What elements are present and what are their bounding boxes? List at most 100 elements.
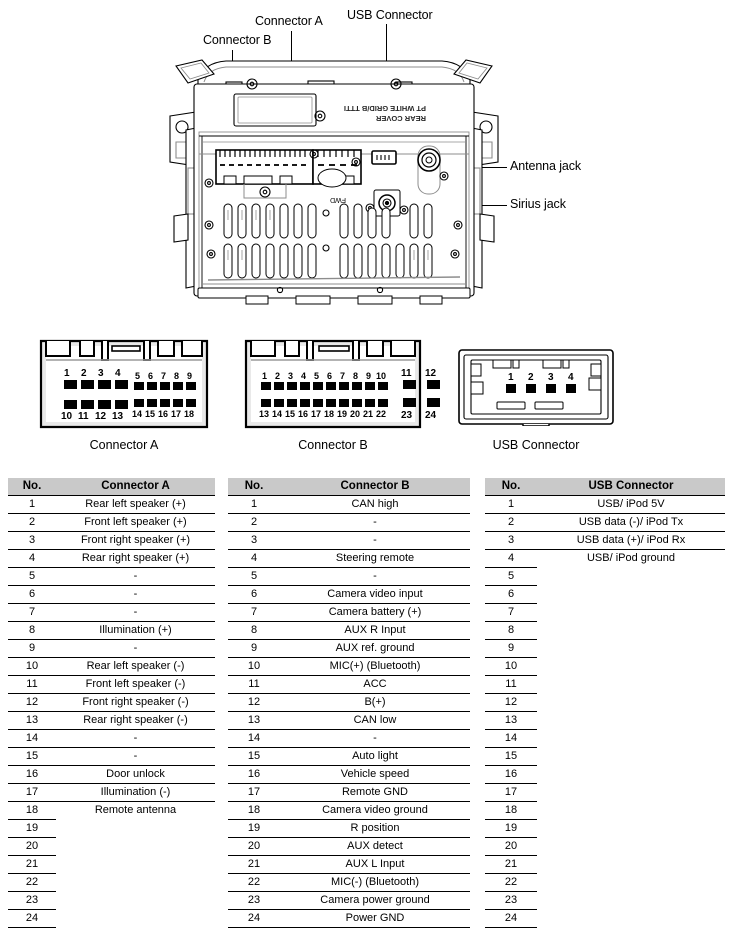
pin-description-cell <box>537 784 725 802</box>
table-row: 23 <box>8 891 215 910</box>
pin-number-cell: 15 <box>8 747 56 766</box>
pin-description-cell <box>537 730 725 748</box>
table-row: 12 <box>485 693 725 712</box>
pin-number-cell: 11 <box>8 675 56 694</box>
pin-number-cell: 6 <box>228 585 280 604</box>
callout-sirius-jack-label: Sirius jack <box>510 197 566 211</box>
table-row: 23 Camera power ground <box>228 891 470 910</box>
pin-number-cell: 18 <box>228 801 280 820</box>
pin-description-cell <box>537 586 725 604</box>
table-row: 4 USB/ iPod ground <box>485 549 725 568</box>
pin-description-cell: Steering remote <box>280 549 470 568</box>
table-row: 5- <box>228 567 470 586</box>
pin-description-cell: Illumination (+) <box>56 621 215 640</box>
pin-number-cell: 3 <box>8 531 56 550</box>
table-usb-connector: No. USB Connector 1 USB/ iPod 5V 2 USB data… <box>485 478 725 928</box>
table-row: 10 Rear left speaker (-) <box>8 657 215 676</box>
table-row: 6 <box>485 585 725 604</box>
table-row: 3 USB data (+)/ iPod Rx <box>485 531 725 550</box>
table-row: 16 <box>485 765 725 784</box>
table-row: 15 <box>485 747 725 766</box>
pin-number-cell: 16 <box>8 765 56 784</box>
pin-description-cell: AUX R Input <box>280 621 470 640</box>
table-row: 11 ACC <box>228 675 470 694</box>
pin-number-cell: 9 <box>8 639 56 658</box>
table-row: 12 B(+) <box>228 693 470 712</box>
table-row: 7- <box>8 603 215 622</box>
table-usb-connector-header-row: No. USB Connector <box>485 478 725 496</box>
table-row: 5 <box>485 567 725 586</box>
table-row: 8 <box>485 621 725 640</box>
table-row: 6- <box>8 585 215 604</box>
pin-number-cell: 9 <box>485 639 537 658</box>
pin-description-cell <box>537 568 725 586</box>
pinout-usb-connector-caption: USB Connector <box>492 438 580 452</box>
pin-number-cell: 19 <box>228 819 280 838</box>
table-row: 9- <box>8 639 215 658</box>
pin-description-cell: USB data (+)/ iPod Rx <box>537 531 725 550</box>
table-row: 13 Rear right speaker (-) <box>8 711 215 730</box>
pin-number-cell: 3 <box>228 531 280 550</box>
pin-description-cell: Camera video ground <box>280 801 470 820</box>
pin-number-cell: 23 <box>485 891 537 910</box>
pin-number-cell: 8 <box>228 621 280 640</box>
callout-connector-a-label: Connector A <box>255 14 323 28</box>
pin-description-cell: Front left speaker (+) <box>56 513 215 532</box>
table-usb-connector-header-no: No. <box>485 478 537 496</box>
pin-description-cell: - <box>56 585 215 604</box>
table-row: 2 USB data (-)/ iPod Tx <box>485 513 725 532</box>
table-row: 1 USB/ iPod 5V <box>485 495 725 514</box>
pin-description-cell: Auto light <box>280 747 470 766</box>
table-row: 6 Camera video input <box>228 585 470 604</box>
pin-description-cell: CAN low <box>280 711 470 730</box>
svg-text:FWD: FWD <box>330 196 346 203</box>
table-row: 17 <box>485 783 725 802</box>
pin-description-cell <box>537 766 725 784</box>
table-row: 20 AUX detect <box>228 837 470 856</box>
pin-description-cell <box>537 604 725 622</box>
pin-number-cell: 4 <box>485 549 537 568</box>
table-row: 3 Front right speaker (+) <box>8 531 215 550</box>
table-row: 18 <box>485 801 725 820</box>
pin-number-cell: 10 <box>228 657 280 676</box>
table-row: 16 Vehicle speed <box>228 765 470 784</box>
pin-description-cell: Front right speaker (-) <box>56 693 215 712</box>
pin-number-cell: 21 <box>485 855 537 874</box>
table-connector-b-header-no: No. <box>228 478 280 496</box>
pin-number-cell: 2 <box>485 513 537 532</box>
pin-description-cell: - <box>280 531 470 550</box>
table-connector-b: No. Connector B 1 CAN high 2-3-4 Steering r… <box>228 478 470 928</box>
pin-description-cell: Remote antenna <box>56 801 215 820</box>
table-row: 23 <box>485 891 725 910</box>
pin-description-cell: USB data (-)/ iPod Tx <box>537 513 725 532</box>
pin-number-cell: 7 <box>228 603 280 622</box>
table-row: 20 <box>8 837 215 856</box>
pin-description-cell: - <box>56 603 215 622</box>
table-connector-b-header-name: Connector B <box>280 478 470 496</box>
pin-number-cell: 14 <box>485 729 537 748</box>
pin-number-cell: 8 <box>8 621 56 640</box>
table-row: 4 Rear right speaker (+) <box>8 549 215 568</box>
pin-number-cell: 17 <box>8 783 56 802</box>
table-connector-b-header-row: No. Connector B <box>228 478 470 496</box>
pin-number-cell: 11 <box>228 675 280 694</box>
table-row: 7 Camera battery (+) <box>228 603 470 622</box>
pin-number-cell: 18 <box>485 801 537 820</box>
table-row: 8 Illumination (+) <box>8 621 215 640</box>
pin-description-cell: MIC(-) (Bluetooth) <box>280 873 470 892</box>
pin-description-cell: R position <box>280 819 470 838</box>
callout-antenna-jack-label: Antenna jack <box>510 159 582 173</box>
table-row: 13 <box>485 711 725 730</box>
pinout-usb-connector <box>457 348 615 431</box>
pin-number-cell: 17 <box>228 783 280 802</box>
table-row: 11 Front left speaker (-) <box>8 675 215 694</box>
pin-number-cell: 5 <box>8 567 56 586</box>
pin-description-cell: - <box>56 567 215 586</box>
pin-number-cell: 15 <box>485 747 537 766</box>
pin-description-cell: Rear left speaker (-) <box>56 657 215 676</box>
pin-number-cell: 19 <box>8 819 56 838</box>
pin-description-cell: Camera power ground <box>280 891 470 910</box>
pin-description-cell: Illumination (-) <box>56 783 215 802</box>
table-row: 22 <box>485 873 725 892</box>
pin-description-cell: Power GND <box>280 909 470 928</box>
